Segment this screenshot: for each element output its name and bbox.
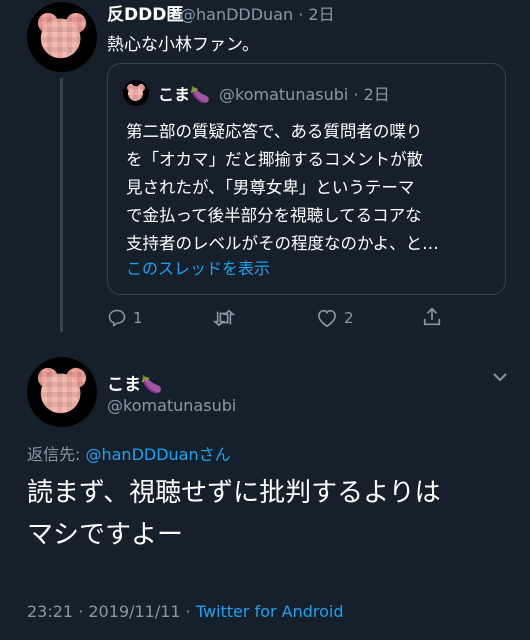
reply-prefix: 返信先: [27,445,86,464]
thread-line [60,78,63,332]
like-count: 2 [344,309,354,327]
reply-suffix: さん [198,445,231,464]
avatar[interactable] [27,2,97,72]
tweet-text: 熱心な小林ファン。 [107,35,259,55]
quoted-avatar [123,80,149,106]
avatar[interactable] [27,357,97,427]
retweet-button[interactable] [213,308,241,328]
reply-icon [107,308,127,328]
quoted-handle: @komatunasubi [219,85,349,104]
quoted-line: を「オカマ」だと揶揄するコメントが散 [126,150,423,169]
source-link[interactable]: Twitter for Android [196,602,344,621]
quoted-display-name: こま🍆 [158,85,210,104]
reply-count: 1 [133,309,143,327]
handle[interactable]: @komatunasubi [107,396,236,415]
quoted-line: 第二部の質疑応答で、ある質問者の喋り [126,122,423,141]
timestamp[interactable]: 23:21 · 2019/11/11 · [27,602,196,621]
share-button[interactable] [421,306,443,328]
share-icon [421,306,443,328]
tweet-meta: 23:21 · 2019/11/11 · Twitter for Android [27,602,344,621]
tweet-text-line: マシですよー [27,520,184,550]
reply-to-link[interactable]: @hanDDDuan [85,445,198,464]
quoted-line: 支持者のレベルがその程度なのかよ、と… [126,234,439,253]
display-name[interactable]: こま🍆 [107,370,162,395]
reply-context: 返信先: @hanDDDuanさん [27,441,231,465]
display-name[interactable]: 反DDD匿 [107,0,183,25]
quoted-tweet[interactable]: こま🍆 @komatunasubi · 2日 第二部の質疑応答で、ある質問者の喋… [107,63,506,295]
tweet-text-line: 読まず、視聴せずに批判するよりは [27,478,441,508]
show-thread-link[interactable]: このスレッドを表示 [126,255,270,279]
retweet-icon [213,308,235,328]
quoted-line: 見されたが、「男尊女卑」というテーマ [126,178,415,197]
quoted-line: で金払って後半部分を視聴してるコアな [126,206,422,225]
like-button[interactable]: 2 [316,308,354,328]
heart-icon [316,308,338,328]
reply-button[interactable]: 1 [107,308,143,328]
quoted-text: 第二部の質疑応答で、ある質問者の喋り を「オカマ」だと揶揄するコメントが散 見さ… [126,118,439,258]
chevron-down-icon[interactable] [492,372,508,382]
quoted-time: 2日 [363,85,390,104]
tweet-text: 読まず、視聴せずに批判するよりは マシですよー [27,472,441,556]
time[interactable]: 2日 [308,5,334,24]
handle[interactable]: @hanDDDuan · 2日 [180,1,335,25]
